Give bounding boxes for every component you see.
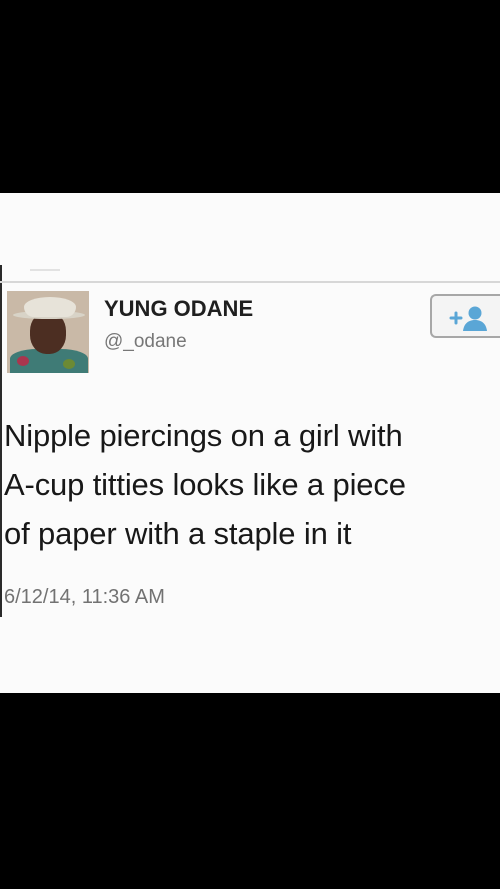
screenshot-canvas: YUNG ODANE @_odane Nipple piercings on a… (0, 0, 500, 889)
profile-photo-pattern (17, 356, 29, 366)
tweet-timestamp[interactable]: 6/12/14, 11:36 AM (4, 586, 165, 609)
tweet-text: Nipple piercings on a girl with A-cup ti… (4, 418, 406, 551)
follow-user-icon (449, 306, 487, 331)
top-faint-mark (30, 269, 60, 271)
top-divider (0, 281, 500, 283)
tweet-card: YUNG ODANE @_odane Nipple piercings on a… (0, 193, 500, 693)
user-handle[interactable]: @_odane (104, 331, 187, 353)
avatar[interactable] (7, 291, 89, 373)
follow-button[interactable] (430, 294, 500, 338)
profile-photo-pattern (63, 359, 75, 369)
profile-photo-hat (24, 297, 76, 317)
left-edge-line (0, 265, 2, 617)
display-name[interactable]: YUNG ODANE (104, 296, 253, 322)
